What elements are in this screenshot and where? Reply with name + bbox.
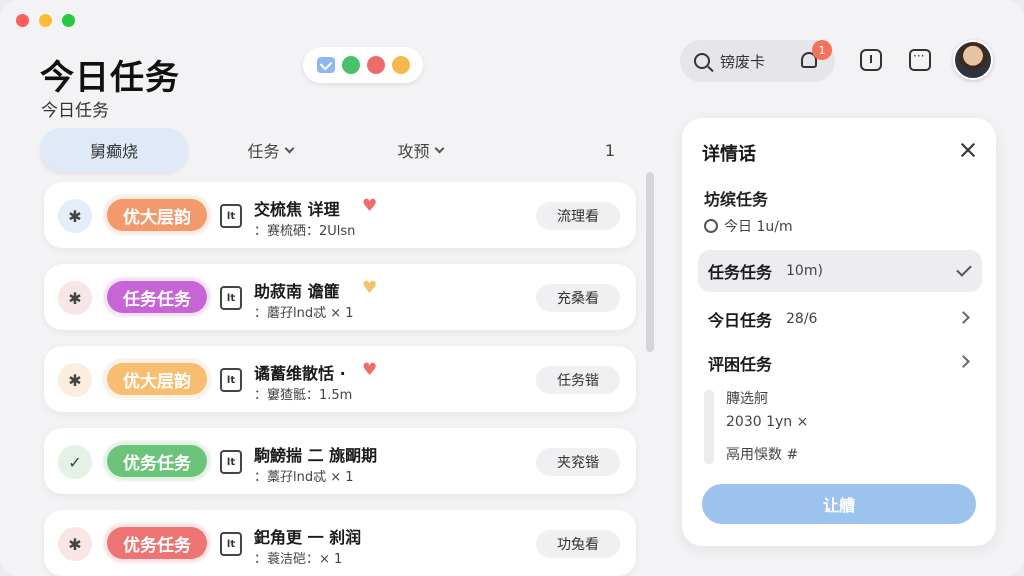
notes-line: 膞选舸 <box>726 391 768 407</box>
panel-task-label: 坊缤任务 <box>704 190 769 209</box>
yellow-dot-filter[interactable] <box>391 56 410 74</box>
task-tag[interactable]: 优务任务 <box>104 442 210 480</box>
panel-row-label: 今日任务 <box>708 311 773 330</box>
task-status-icon[interactable]: ✱ <box>58 363 92 397</box>
task-tag[interactable]: 优大层韵 <box>104 196 210 234</box>
page-subtitle: 今日任务 <box>41 101 109 121</box>
task-action-button[interactable]: 充桑看 <box>536 284 620 312</box>
panel-time-text: 今日 1u/m <box>724 219 793 235</box>
document-icon: lt <box>220 532 242 556</box>
maximize-window-button[interactable] <box>62 14 75 27</box>
panel-row-label: 任务任务 <box>708 263 773 282</box>
tab-tasks[interactable]: 任务 <box>220 128 320 172</box>
notes-bar <box>704 390 714 464</box>
task-meta: ：蘑孖lnd忒 × 1 <box>254 306 354 321</box>
task-tag[interactable]: 优大层韵 <box>104 360 210 398</box>
panel-row-selected[interactable]: 任务任务 10m) <box>698 250 982 292</box>
task-tag[interactable]: 任务任务 <box>104 278 210 316</box>
task-action-button[interactable]: 任务锴 <box>536 366 620 394</box>
tab-bar: 舅癫烧 任务 攻预 1 <box>40 128 660 174</box>
page-title: 今日任务 <box>40 58 180 98</box>
task-row[interactable]: ✱ 任务任务 lt 助菽南 谵篚 ♥ ：蘑孖lnd忒 × 1 充桑看 <box>44 264 636 330</box>
document-icon: lt <box>220 204 242 228</box>
submit-button[interactable]: 让艚 <box>702 484 976 524</box>
panel-row-label: 评困任务 <box>708 355 773 374</box>
chevron-right-icon <box>957 311 970 324</box>
tab-filter[interactable]: 攻预 <box>370 128 470 172</box>
green-dot-filter[interactable] <box>341 56 360 74</box>
task-title: 駒鰟揣 二 旐朙期 <box>254 446 378 465</box>
task-action-button[interactable]: 流理看 <box>536 202 620 230</box>
task-action-button[interactable]: 功兔看 <box>536 530 620 558</box>
task-tag[interactable]: 优务任务 <box>104 524 210 562</box>
window-controls <box>16 14 75 27</box>
task-status-icon[interactable]: ✱ <box>58 527 92 561</box>
panel-row-value: 10m) <box>786 263 823 279</box>
search-icon <box>694 53 710 69</box>
task-row[interactable]: ✱ 优大层韵 lt 谲蓄维散恬 · ♥ ：窶猹骶：1.5m 任务锴 <box>44 346 636 412</box>
task-action-button[interactable]: 夹兖锴 <box>536 448 620 476</box>
task-meta: ：窶猹骶：1.5m <box>254 388 353 403</box>
color-filter-pill[interactable] <box>303 47 423 83</box>
document-icon: lt <box>220 286 242 310</box>
heart-icon[interactable]: ♥ <box>362 196 377 216</box>
panel-row[interactable]: 今日任务 28/6 <box>698 298 982 340</box>
chevron-right-icon <box>957 355 970 368</box>
panel-notes: 膞选舸 2030 1yn × 鬲用悞数 # <box>704 388 974 466</box>
task-title: 釲角更 一 刹润 <box>254 528 362 547</box>
detail-panel: 详情话 坊缤任务 今日 1u/m 任务任务 10m) 今日任务 28/6 评困任… <box>682 118 996 546</box>
notification-badge: 1 <box>812 40 832 60</box>
task-row[interactable]: ✱ 优大层韵 lt 交梳焦 详理 ♥ ：赛梳硒：2Ulsn 流理看 <box>44 182 636 248</box>
chevron-down-icon <box>284 143 294 153</box>
task-title: 谲蓄维散恬 · <box>254 364 346 383</box>
avatar[interactable] <box>953 40 993 80</box>
heart-icon[interactable]: ♥ <box>362 278 377 298</box>
red-dot-filter[interactable] <box>366 56 385 74</box>
task-status-icon[interactable]: ✱ <box>58 199 92 233</box>
tab-label: 攻预 <box>397 142 430 161</box>
panel-time: 今日 1u/m <box>704 216 793 236</box>
task-meta: ：藁孖lnd忒 × 1 <box>254 470 354 485</box>
panel-row[interactable]: 评困任务 <box>698 342 982 384</box>
task-row[interactable]: ✱ 优务任务 lt 釲角更 一 刹润 ：蓑洁硙：× 1 功兔看 <box>44 510 636 576</box>
panel-title: 详情话 <box>702 144 756 165</box>
panel-row-value: 28/6 <box>786 311 818 327</box>
chat-icon[interactable] <box>909 49 931 71</box>
info-icon[interactable] <box>860 49 882 71</box>
app-window: 今日任务 今日任务 镑废卡 1 舅癫烧 任务 攻预 1 ✱ 优大层韵 lt 交梳… <box>0 0 1024 576</box>
heart-icon[interactable]: ♥ <box>362 360 377 380</box>
search-text: 镑废卡 <box>720 52 766 71</box>
task-title: 助菽南 谵篚 <box>254 282 340 301</box>
task-status-icon[interactable]: ✱ <box>58 281 92 315</box>
task-row[interactable]: ✓ 优务任务 lt 駒鰟揣 二 旐朙期 ：藁孖lnd忒 × 1 夹兖锴 <box>44 428 636 494</box>
notes-line: 鬲用悞数 # <box>726 447 799 463</box>
check-icon <box>956 261 972 277</box>
minimize-window-button[interactable] <box>39 14 52 27</box>
document-icon: lt <box>220 450 242 474</box>
tab-count[interactable]: 1 <box>590 128 630 172</box>
document-icon: lt <box>220 368 242 392</box>
tab-active[interactable]: 舅癫烧 <box>40 128 188 172</box>
notes-line: 2030 1yn × <box>726 414 809 430</box>
tab-label: 舅癫烧 <box>89 142 138 161</box>
tab-label: 任务 <box>247 142 280 161</box>
mail-icon[interactable] <box>316 57 335 73</box>
task-list-scrollbar[interactable] <box>646 172 654 352</box>
tab-label: 1 <box>604 140 616 160</box>
task-meta: ：赛梳硒：2Ulsn <box>254 224 356 239</box>
task-title: 交梳焦 详理 <box>254 200 340 219</box>
close-icon[interactable] <box>958 140 978 160</box>
close-window-button[interactable] <box>16 14 29 27</box>
task-status-icon[interactable]: ✓ <box>58 445 92 479</box>
task-meta: ：蓑洁硙：× 1 <box>254 552 343 567</box>
chevron-down-icon <box>434 143 444 153</box>
clock-icon <box>704 219 718 233</box>
